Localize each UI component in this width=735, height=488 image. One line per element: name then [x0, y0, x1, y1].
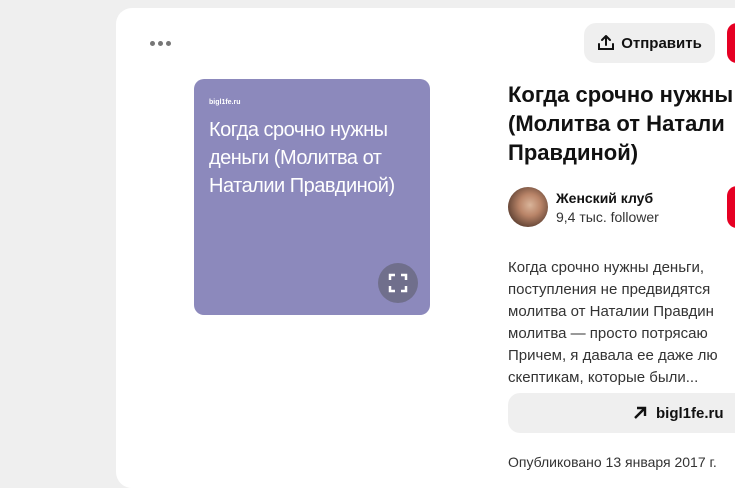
- author-followers: 9,4 тыс. follower: [556, 209, 659, 225]
- more-options-button[interactable]: [140, 28, 180, 58]
- expand-icon: [388, 273, 408, 293]
- published-date: Опубликовано 13 января 2017 г.: [508, 454, 717, 470]
- description-line: поступления не предвидятся: [508, 281, 711, 298]
- more-icon: [149, 40, 155, 46]
- pin-title-line: Правдиной): [508, 140, 639, 165]
- author-name[interactable]: Женский клуб: [556, 190, 653, 206]
- pin-title-line: (Молитва от Натали: [508, 111, 725, 136]
- pin-title: Когда срочно нужны (Молитва от Натали Пр…: [508, 80, 735, 167]
- pin-description: Когда срочно нужны деньги, поступления н…: [508, 257, 735, 389]
- description-line: Когда срочно нужны деньги,: [508, 259, 705, 276]
- description-line: Причем, я давала ее даже лю: [508, 347, 718, 364]
- save-button[interactable]: [727, 23, 735, 63]
- send-button[interactable]: Отправить: [584, 23, 715, 63]
- visit-site-button[interactable]: bigl1fe.ru: [508, 393, 735, 433]
- author-avatar[interactable]: [508, 187, 548, 227]
- pin-image-text: Когда срочно нужны деньги (Молитва от На…: [209, 119, 395, 197]
- send-button-label: Отправить: [621, 34, 702, 52]
- visit-site-label: bigl1fe.ru: [656, 404, 724, 422]
- description-line: скептикам, которые были...: [508, 369, 699, 386]
- description-line: молитва — просто потрясаю: [508, 325, 708, 342]
- pin-title-line: Когда срочно нужны: [508, 82, 734, 107]
- description-line: молитва от Наталии Правдин: [508, 303, 714, 320]
- upload-icon: [598, 35, 615, 50]
- arrow-up-right-icon: [634, 406, 647, 419]
- zoom-button[interactable]: [378, 263, 418, 303]
- pin-image[interactable]: bigl1fe.ru Когда срочно нужны деньги (Мо…: [194, 79, 430, 315]
- pin-image-site: bigl1fe.ru: [209, 99, 241, 106]
- follow-button[interactable]: [727, 186, 735, 228]
